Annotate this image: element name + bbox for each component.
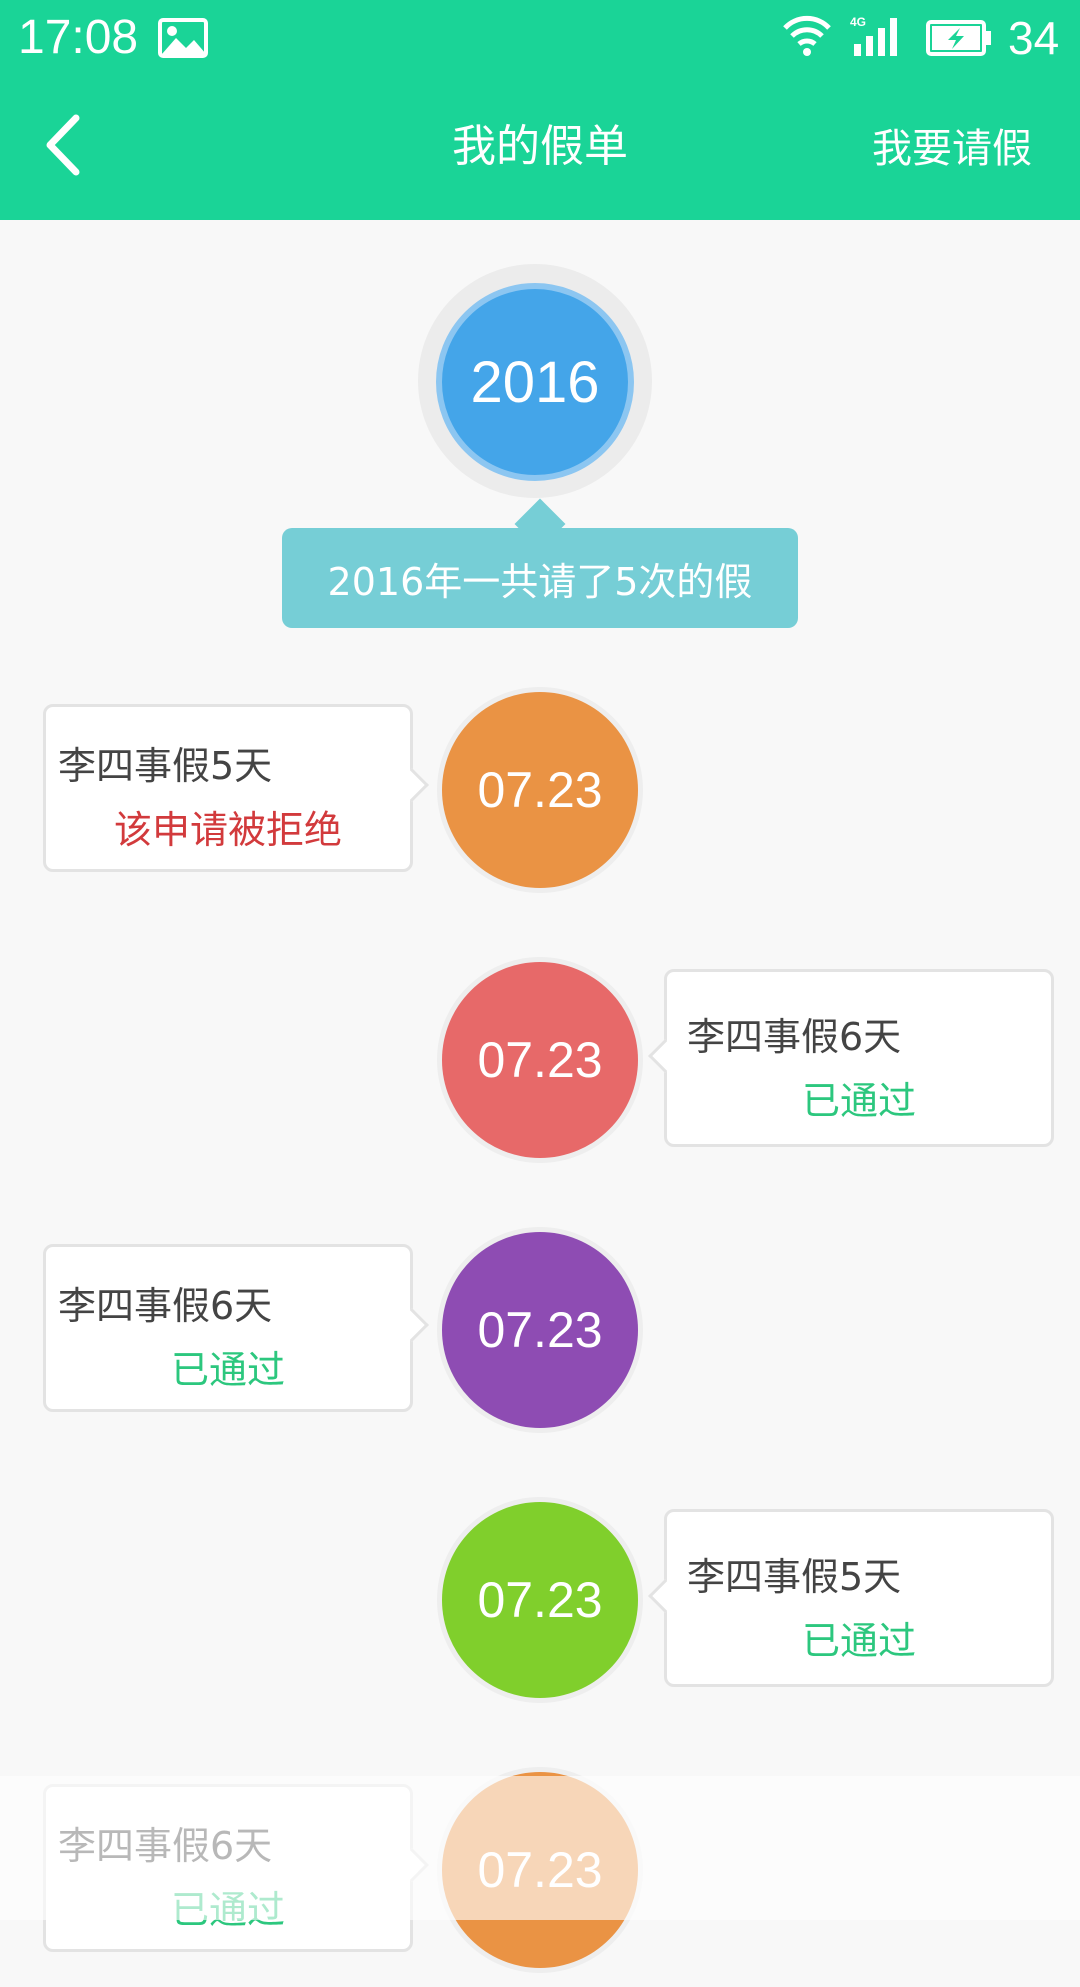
status-time: 17:08 <box>18 11 139 64</box>
timeline-entry: 07.23 李四事假6天 已通过 <box>0 1767 1080 1987</box>
date-circle[interactable]: 07.23 <box>442 962 638 1158</box>
card-pointer <box>648 1579 682 1613</box>
signal-4g-icon: 4G <box>850 15 897 56</box>
timeline-entry: 07.23 李四事假5天 已通过 <box>0 1497 1080 1717</box>
back-arrow-icon[interactable] <box>40 112 90 178</box>
leave-card[interactable]: 李四事假6天 已通过 <box>648 969 1054 1147</box>
card-pointer <box>395 1848 429 1882</box>
leave-card[interactable]: 李四事假5天 该申请被拒绝 <box>43 704 429 872</box>
date-circle[interactable]: 07.23 <box>442 1502 638 1698</box>
request-leave-button[interactable]: 我要请假 <box>872 114 1032 184</box>
gallery-notification-icon <box>158 18 208 58</box>
timeline-entry: 07.23 李四事假6天 已通过 <box>0 957 1080 1177</box>
date-circle[interactable]: 07.23 <box>442 1232 638 1428</box>
card-pointer <box>648 1039 682 1073</box>
leave-title: 李四事假5天 <box>687 1555 902 1599</box>
svg-text:4G: 4G <box>850 15 866 29</box>
leave-status: 已通过 <box>801 1619 916 1663</box>
leave-title: 李四事假5天 <box>58 744 273 788</box>
wifi-icon <box>783 15 831 56</box>
leave-title: 李四事假6天 <box>58 1284 273 1328</box>
app-header: 17:08 4G 34 我的假单 我要请假 <box>0 0 1080 220</box>
date-circle[interactable]: 07.23 <box>442 1772 638 1968</box>
battery-charging-icon <box>926 20 991 56</box>
leave-status: 已通过 <box>170 1348 285 1392</box>
leave-card[interactable]: 李四事假5天 已通过 <box>648 1509 1054 1687</box>
timeline-entry: 07.23 李四事假6天 已通过 <box>0 1227 1080 1447</box>
leave-card[interactable]: 李四事假6天 已通过 <box>43 1784 429 1952</box>
leave-title: 李四事假6天 <box>58 1824 273 1868</box>
status-bar: 17:08 4G 34 <box>0 0 1080 80</box>
battery-level: 34 <box>1008 12 1060 64</box>
leave-status: 该申请被拒绝 <box>113 808 342 852</box>
date-circle[interactable]: 07.23 <box>442 692 638 888</box>
leave-status: 已通过 <box>801 1079 916 1123</box>
card-pointer <box>395 1308 429 1342</box>
card-pointer <box>395 768 429 802</box>
leave-title: 李四事假6天 <box>687 1015 902 1059</box>
leave-status: 已通过 <box>170 1888 285 1932</box>
leave-card[interactable]: 李四事假6天 已通过 <box>43 1244 429 1412</box>
year-badge[interactable]: 2016 <box>436 283 634 481</box>
timeline-entry: 07.23 李四事假5天 该申请被拒绝 <box>0 687 1080 907</box>
year-summary: 2016年一共请了5次的假 <box>282 528 798 628</box>
